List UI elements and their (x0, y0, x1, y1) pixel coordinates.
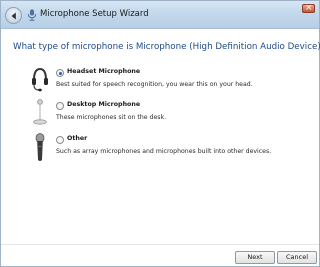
window-title: Microphone Setup Wizard (40, 9, 149, 19)
option-label[interactable]: Headset Microphone (67, 68, 140, 75)
close-button[interactable]: × (302, 3, 315, 13)
option-description: These microphones sit on the desk. (56, 114, 167, 121)
desktop-microphone-icon (33, 99, 47, 125)
cancel-button[interactable]: Cancel (277, 251, 317, 264)
radio-other[interactable] (56, 136, 64, 144)
back-button[interactable] (5, 7, 22, 24)
option-desktop: Desktop Microphone These microphones sit… (1, 97, 319, 131)
option-description: Best suited for speech recognition, you … (56, 81, 253, 88)
title-bar: Microphone Setup Wizard × (1, 1, 319, 29)
option-label[interactable]: Other (67, 135, 87, 142)
option-other: Other Such as array microphones and micr… (1, 131, 319, 165)
handheld-microphone-icon (35, 133, 45, 161)
next-button[interactable]: Next (235, 251, 275, 264)
page-heading: What type of microphone is Microphone (H… (13, 42, 320, 52)
option-headset: Headset Microphone Best suited for speec… (1, 65, 319, 99)
headset-icon (32, 67, 48, 92)
wizard-window: Microphone Setup Wizard × What type of m… (0, 0, 320, 267)
back-arrow-icon (11, 12, 16, 20)
close-icon: × (305, 3, 313, 13)
radio-desktop[interactable] (56, 102, 64, 110)
option-description: Such as array microphones and microphone… (56, 148, 272, 155)
radio-headset[interactable] (56, 69, 64, 77)
footer-divider (1, 244, 319, 245)
microphone-icon (28, 9, 36, 21)
option-label[interactable]: Desktop Microphone (67, 101, 140, 108)
